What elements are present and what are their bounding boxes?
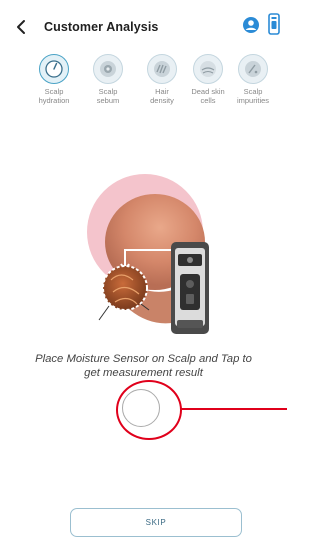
hair-density-icon xyxy=(154,61,170,77)
category-label: Scalp sebum xyxy=(96,87,120,105)
measure-tap-button[interactable] xyxy=(122,389,160,427)
instruction-line-2: get measurement result xyxy=(84,367,203,379)
skip-button[interactable]: SKIP xyxy=(70,508,242,537)
sensor-illustration xyxy=(85,170,225,340)
category-icon-ring xyxy=(93,54,123,84)
impurities-icon xyxy=(245,61,261,77)
header: Customer Analysis xyxy=(0,0,287,54)
instruction-text: Place Moisture Sensor on Scalp and Tap t… xyxy=(0,352,287,380)
device-icon xyxy=(268,13,280,35)
sebum-icon xyxy=(100,61,116,77)
category-selector: Scalp hydration Scalp sebum Hair density… xyxy=(0,54,287,124)
category-scalp-sebum[interactable]: Scalp sebum xyxy=(80,54,136,105)
category-icon-ring xyxy=(193,54,223,84)
tap-highlight-pointer xyxy=(181,408,287,410)
category-label: Scalp impurities xyxy=(236,87,270,105)
category-label: Scalp hydration xyxy=(38,87,70,105)
user-button[interactable] xyxy=(242,16,260,34)
device-button[interactable] xyxy=(268,13,280,35)
user-circle-icon xyxy=(243,17,259,33)
chevron-left-icon xyxy=(17,20,25,34)
category-icon-ring xyxy=(39,54,69,84)
page-title: Customer Analysis xyxy=(44,20,159,34)
hydration-gauge-icon xyxy=(45,60,63,78)
category-icon-ring xyxy=(147,54,177,84)
sensor-on-scalp-illustration xyxy=(87,174,209,334)
category-scalp-hydration[interactable]: Scalp hydration xyxy=(26,54,82,105)
dead-skin-icon xyxy=(200,61,216,77)
instruction-line-1: Place Moisture Sensor on Scalp and Tap t… xyxy=(35,353,252,365)
screen: Customer Analysis Scalp hydration Scalp … xyxy=(0,0,287,549)
category-icon-ring xyxy=(238,54,268,84)
back-button[interactable] xyxy=(12,17,32,37)
category-scalp-impurities[interactable]: Scalp impurities xyxy=(225,54,281,105)
